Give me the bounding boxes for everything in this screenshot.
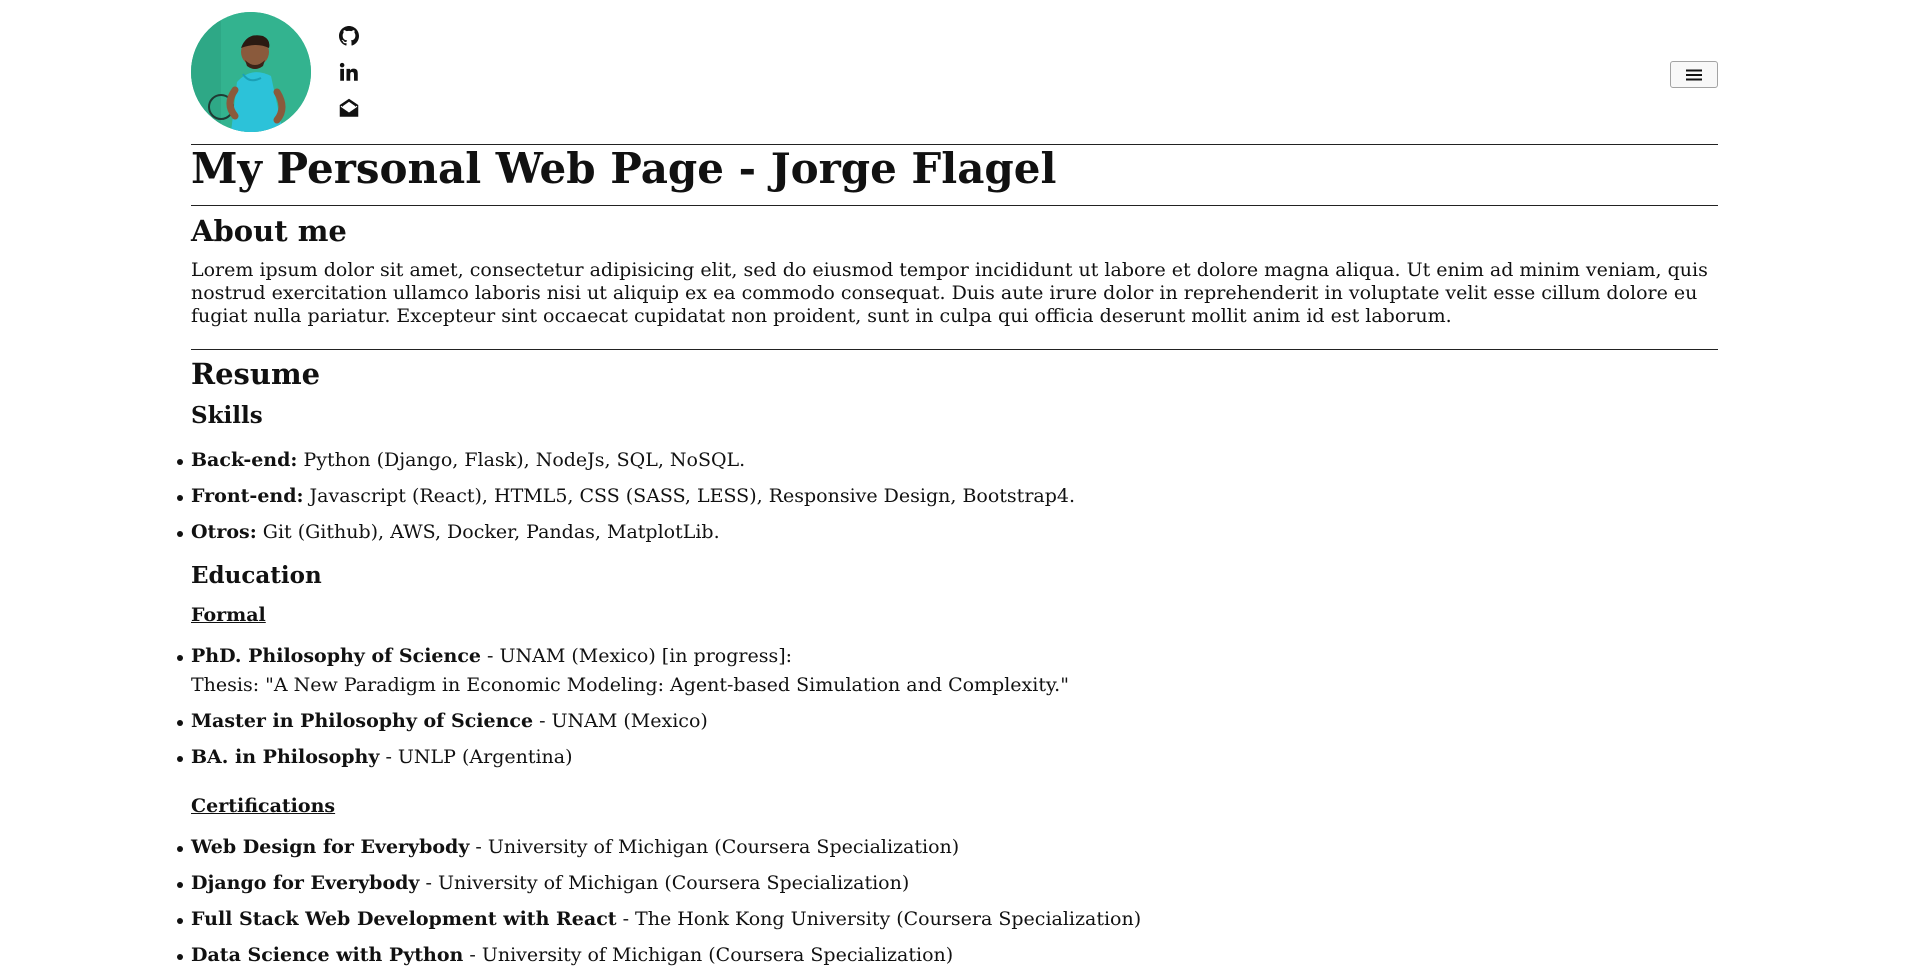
skill-text: Javascript (React), HTML5, CSS (SASS, LE… [303,485,1076,507]
avatar-photo [191,12,311,132]
envelope-open-icon [339,98,359,117]
list-item: Django for Everybody - University of Mic… [176,872,1141,895]
page: My Personal Web Page - Jorge Flagel Abou… [176,0,1718,966]
certification-label: Data Science with Python [191,944,464,966]
hamburger-icon [1686,69,1702,80]
resume-heading: Resume [191,357,321,391]
skill-label: Otros: [191,521,257,543]
divider [191,205,1718,206]
formal-education-list: PhD. Philosophy of Science - UNAM (Mexic… [177,645,1069,782]
github-link[interactable] [339,26,361,48]
certification-text: - University of Michigan (Coursera Speci… [469,836,960,858]
list-item: Web Design for Everybody - University of… [176,836,1141,859]
degree-label: PhD. Philosophy of Science [191,645,481,667]
degree-label: BA. in Philosophy [191,746,380,768]
menu-button[interactable] [1670,61,1718,88]
formal-heading: Formal [191,604,266,626]
certification-label: Web Design for Everybody [191,836,470,858]
degree-text: - UNLP (Argentina) [379,746,573,768]
degree-text: - UNAM (Mexico) [in progress]: [481,645,793,667]
education-heading: Education [191,562,322,589]
skill-label: Front-end: [191,485,304,507]
list-item: BA. in Philosophy - UNLP (Argentina) [177,746,1069,769]
linkedin-icon [339,62,358,81]
page-title: My Personal Web Page - Jorge Flagel [191,144,1057,193]
certification-text: - University of Michigan (Coursera Speci… [463,944,954,966]
list-item: Otros: Git (Github), AWS, Docker, Pandas… [176,521,1075,544]
email-link[interactable] [339,98,361,120]
degree-text: - UNAM (Mexico) [533,710,708,732]
skill-label: Back-end: [191,449,298,471]
thesis-text: Thesis: "A New Paradigm in Economic Mode… [191,674,1069,696]
skills-heading: Skills [191,402,263,429]
list-item: Full Stack Web Development with React - … [176,908,1142,931]
list-item: PhD. Philosophy of Science - UNAM (Mexic… [177,645,1069,697]
avatar [191,12,311,132]
about-text: Lorem ipsum dolor sit amet, consectetur … [191,259,1708,327]
divider [191,349,1718,350]
list-item: Master in Philosophy of Science - UNAM (… [177,710,1069,733]
certification-text: - University of Michigan (Coursera Speci… [419,872,910,894]
list-item: Back-end: Python (Django, Flask), NodeJs… [176,449,1075,472]
linkedin-link[interactable] [339,62,361,84]
list-item: Front-end: Javascript (React), HTML5, CS… [176,485,1076,508]
skill-text: Python (Django, Flask), NodeJs, SQL, NoS… [297,449,746,471]
about-heading: About me [191,214,347,248]
certifications-heading: Certifications [191,795,336,817]
certification-label: Full Stack Web Development with React [191,908,617,930]
degree-label: Master in Philosophy of Science [191,710,534,732]
list-item: Data Science with Python - University of… [176,944,1141,967]
certifications-list: Web Design for Everybody - University of… [176,836,1142,980]
certification-label: Django for Everybody [191,872,420,894]
skill-text: Git (Github), AWS, Docker, Pandas, Matpl… [256,521,720,543]
certification-text: - The Honk Kong University (Coursera Spe… [616,908,1142,930]
header [191,0,1718,144]
github-icon [339,26,359,46]
skills-list: Back-end: Python (Django, Flask), NodeJs… [176,449,1076,557]
social-links [339,26,363,134]
